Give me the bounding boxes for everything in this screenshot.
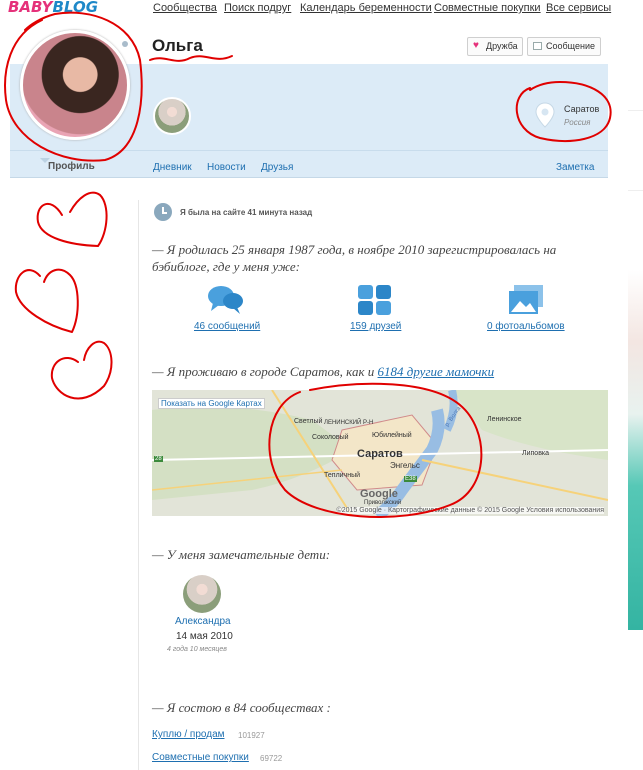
friends-icon <box>358 285 391 315</box>
map-label-privolzhsky: Приволжский <box>364 500 402 506</box>
city-map[interactable]: Светлый ЛЕНИНСКИЙ Р-Н Юбилейный Соколовы… <box>152 390 608 516</box>
nav-all-services[interactable]: Все сервисы <box>546 2 611 14</box>
heart-doodle-2 <box>14 268 79 333</box>
right-column-divider <box>628 110 643 111</box>
tab-diary[interactable]: Дневник <box>153 162 192 173</box>
map-label-saratov: Саратов <box>357 448 403 460</box>
location-text-prefix: — Я проживаю в городе Саратов, как и <box>152 364 375 379</box>
tab-profile[interactable]: Профиль <box>48 161 95 172</box>
tab-news[interactable]: Новости <box>207 162 246 173</box>
profile-name: Ольга <box>152 36 203 55</box>
child-age: 4 года 10 месяцев <box>167 646 227 653</box>
content-divider <box>138 200 139 770</box>
community-member-count: 101927 <box>238 731 265 740</box>
heart-icon: ♥ <box>473 40 479 51</box>
registration-text: — Я родилась 25 января 1987 года, в нояб… <box>152 242 557 274</box>
community-link[interactable]: Совместные покупки <box>152 752 249 763</box>
map-label-lipovka: Липовка <box>522 450 550 457</box>
map-road-28: 28 <box>154 456 163 462</box>
profile-avatar[interactable] <box>20 30 130 140</box>
nav-group-buying[interactable]: Совместные покупки <box>434 2 541 14</box>
photo-albums-icon <box>509 285 543 314</box>
nav-communities[interactable]: Сообщества <box>153 2 217 14</box>
logo-part-baby: BABY <box>8 0 53 16</box>
map-label-teplichny: Тепличный <box>324 472 361 479</box>
friends-count-link[interactable]: 159 друзей <box>350 321 401 332</box>
speech-bubbles-icon <box>208 286 243 314</box>
map-label-sokolovy: Соколовый <box>312 434 349 441</box>
tab-friends[interactable]: Друзья <box>261 162 293 173</box>
logo-part-blog: BLOG <box>52 0 99 16</box>
message-button-label: Сообщение <box>546 41 595 51</box>
nav-pregnancy-calendar[interactable]: Календарь беременности <box>300 2 432 14</box>
name-underline-annotation <box>149 55 233 62</box>
status-dot <box>122 41 128 47</box>
profile-country: Россия <box>564 118 591 127</box>
map-copyright: ©2015 Google · Картографические данные ©… <box>336 507 604 514</box>
top-navigation: BABYBLOG Сообщества Поиск подруг Календа… <box>0 0 643 18</box>
babyblog-logo[interactable]: BABYBLOG <box>8 0 98 16</box>
map-label-leninskoe: Ленинское <box>487 416 522 423</box>
profile-city: Саратов <box>564 104 600 114</box>
map-google-logo: Google <box>360 488 398 500</box>
tab-note[interactable]: Заметка <box>556 162 594 173</box>
envelope-icon <box>533 42 542 50</box>
last-seen-text: Я была на сайте 41 минута назад <box>180 208 313 217</box>
map-label-leninsky: ЛЕНИНСКИЙ Р-Н <box>324 420 374 426</box>
map-label-svetly: Светлый <box>294 418 323 425</box>
messages-count-link[interactable]: 46 сообщений <box>194 321 260 332</box>
map-label-engels: Энгельс <box>390 461 420 470</box>
communities-heading: — Я состою в 84 сообществах : <box>152 700 331 715</box>
clock-icon <box>154 203 172 221</box>
community-link[interactable]: Куплю / продам <box>152 729 225 740</box>
nav-find-friends[interactable]: Поиск подруг <box>224 2 291 14</box>
show-on-google-maps-link[interactable]: Показать на Google Картах <box>158 398 265 409</box>
friendship-button-label: Дружба <box>486 41 518 51</box>
heart-doodle-1 <box>36 191 108 247</box>
same-city-moms-link[interactable]: 6184 другие мамочки <box>378 364 495 379</box>
child-name-link[interactable]: Александра <box>175 616 231 627</box>
map-road-e38: E38 <box>404 476 417 482</box>
child-birthdate: 14 мая 2010 <box>176 631 233 642</box>
location-text: — Я проживаю в городе Саратов, как и 618… <box>152 363 494 380</box>
right-column-divider <box>628 190 643 191</box>
children-heading: — У меня замечательные дети: <box>152 547 331 562</box>
community-member-count: 69722 <box>260 754 283 763</box>
heart-doodle-3 <box>50 340 113 400</box>
map-label-yubileyny: Юбилейный <box>372 432 412 439</box>
tabs-divider <box>10 150 608 151</box>
albums-count-link[interactable]: 0 фотоальбомов <box>487 321 565 332</box>
message-button[interactable]: Сообщение <box>527 37 601 56</box>
child-thumbnail-avatar[interactable] <box>153 97 191 135</box>
side-banner-fragment[interactable] <box>628 270 643 630</box>
child-avatar[interactable] <box>183 575 221 613</box>
location-pin-icon <box>535 102 555 128</box>
friendship-button[interactable]: ♥ Дружба <box>467 37 523 56</box>
